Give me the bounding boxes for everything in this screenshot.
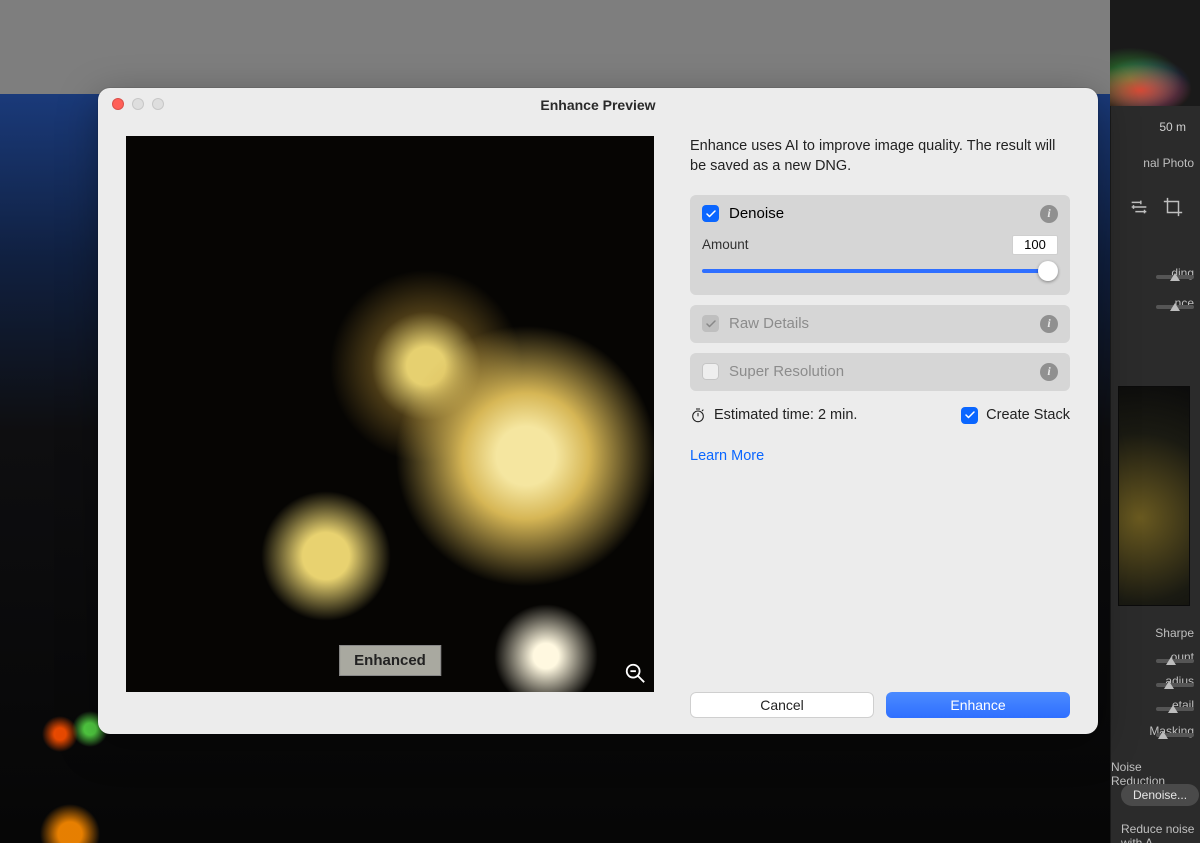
sliders-icon[interactable] bbox=[1128, 196, 1150, 218]
raw-details-label: Raw Details bbox=[729, 315, 809, 332]
enhance-preview-dialog: Enhance Preview Enhanced Enhance uses AI… bbox=[98, 88, 1098, 734]
preview-image bbox=[126, 136, 654, 692]
denoise-checkbox[interactable] bbox=[702, 205, 719, 222]
super-resolution-panel: Super Resolution i bbox=[690, 353, 1070, 391]
detail-section-title: Sharpe bbox=[1155, 626, 1194, 640]
window-controls bbox=[112, 98, 164, 110]
denoise-panel: Denoise i Amount 100 bbox=[690, 195, 1070, 295]
amount-slider[interactable] bbox=[702, 257, 1058, 285]
info-icon[interactable]: i bbox=[1040, 363, 1058, 381]
raw-details-panel: Raw Details i bbox=[690, 305, 1070, 343]
histogram bbox=[1110, 0, 1200, 106]
estimated-time: Estimated time: 2 min. bbox=[714, 407, 857, 423]
info-icon[interactable]: i bbox=[1040, 205, 1058, 223]
cancel-button[interactable]: Cancel bbox=[690, 692, 874, 718]
denoise-label: Denoise bbox=[729, 205, 784, 222]
develop-panel-fragment: 50 m nal Photo ding nce Sharpe ount adiu… bbox=[1110, 0, 1200, 843]
mini-slider[interactable] bbox=[1156, 683, 1194, 687]
dialog-title: Enhance Preview bbox=[540, 97, 655, 113]
super-resolution-checkbox bbox=[702, 363, 719, 380]
slider-thumb[interactable] bbox=[1038, 261, 1058, 281]
info-icon[interactable]: i bbox=[1040, 315, 1058, 333]
preview-mode-badge[interactable]: Enhanced bbox=[339, 645, 441, 676]
mini-slider[interactable] bbox=[1156, 305, 1194, 309]
close-window-button[interactable] bbox=[112, 98, 124, 110]
dialog-titlebar: Enhance Preview bbox=[98, 88, 1098, 122]
mini-slider[interactable] bbox=[1156, 275, 1194, 279]
denoise-button[interactable]: Denoise... bbox=[1121, 784, 1199, 806]
create-stack-checkbox[interactable] bbox=[961, 407, 978, 424]
super-resolution-label: Super Resolution bbox=[729, 363, 844, 380]
raw-details-checkbox bbox=[702, 315, 719, 332]
enhance-button[interactable]: Enhance bbox=[886, 692, 1070, 718]
app-toolbar-fragment bbox=[0, 0, 1110, 94]
minimize-window-button bbox=[132, 98, 144, 110]
mini-slider[interactable] bbox=[1156, 659, 1194, 663]
enhance-preview-area[interactable]: Enhanced bbox=[126, 136, 654, 692]
timer-icon bbox=[690, 407, 706, 423]
check-icon bbox=[705, 318, 717, 330]
amount-input[interactable]: 100 bbox=[1012, 235, 1058, 255]
check-icon bbox=[964, 409, 976, 421]
mini-slider[interactable] bbox=[1156, 707, 1194, 711]
learn-more-link[interactable]: Learn More bbox=[690, 448, 1070, 464]
panel-tab-label: nal Photo bbox=[1143, 156, 1194, 170]
dialog-description: Enhance uses AI to improve image quality… bbox=[690, 136, 1070, 177]
zoom-out-icon[interactable] bbox=[624, 662, 646, 684]
mini-slider[interactable] bbox=[1156, 733, 1194, 737]
check-icon bbox=[705, 208, 717, 220]
detail-preview-thumb bbox=[1118, 386, 1190, 606]
zoom-window-button bbox=[152, 98, 164, 110]
histogram-meta: 50 m bbox=[1159, 120, 1186, 134]
amount-label: Amount bbox=[702, 237, 749, 252]
noise-reduction-hint: Reduce noise with A bbox=[1121, 822, 1200, 843]
crop-icon[interactable] bbox=[1162, 196, 1184, 218]
create-stack-label: Create Stack bbox=[986, 407, 1070, 423]
